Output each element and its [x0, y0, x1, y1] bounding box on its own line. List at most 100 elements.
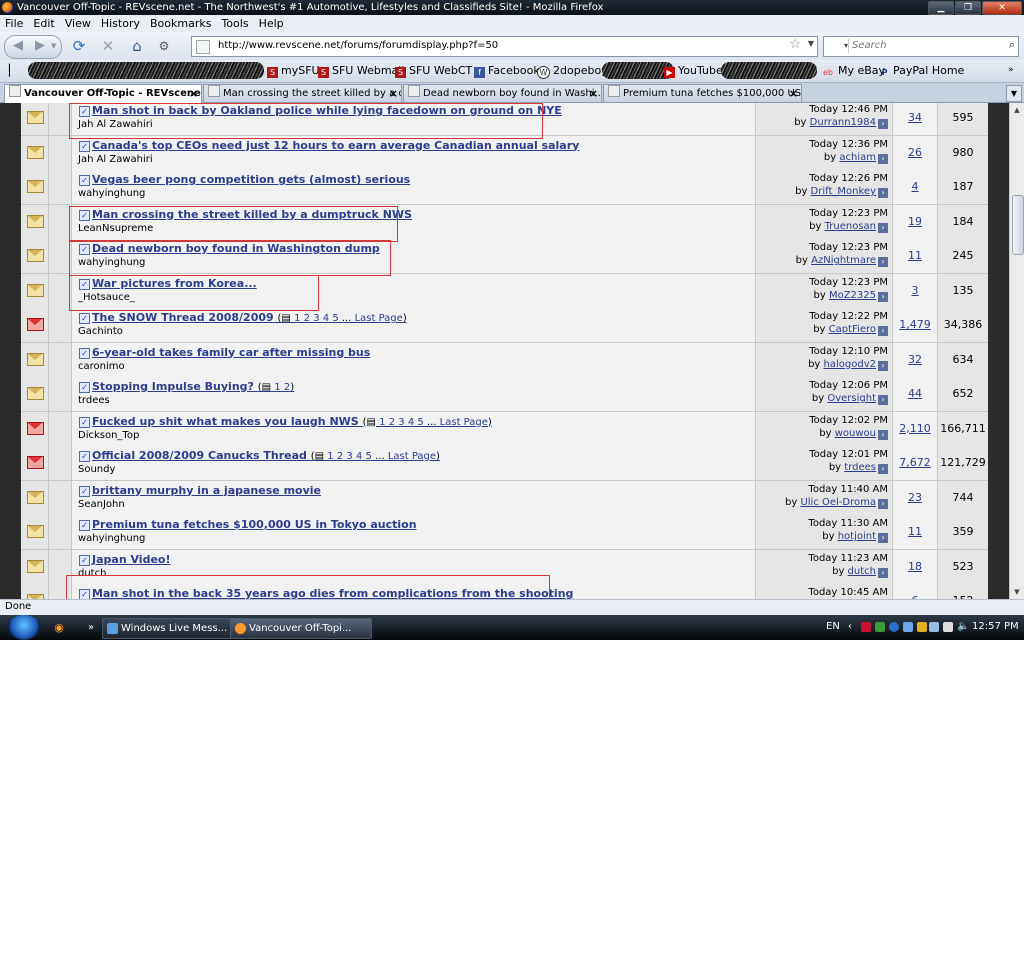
home-icon[interactable]: ⌂	[128, 37, 146, 55]
last-poster-link[interactable]: Oversight	[827, 393, 876, 404]
replies-link[interactable]: 4	[912, 180, 919, 193]
go-to-last-post-icon[interactable]: ›	[878, 188, 888, 198]
tab-close-icon[interactable]: ×	[789, 85, 798, 102]
replies-link[interactable]: 11	[908, 525, 922, 538]
go-to-last-post-icon[interactable]: ›	[878, 464, 888, 474]
go-to-last-post-icon[interactable]: ›	[878, 395, 888, 405]
bookmark-youtube[interactable]: ▶ YouTube	[664, 64, 723, 78]
thread-title-link[interactable]: Canada's top CEOs need just 12 hours to …	[92, 139, 579, 152]
search-box[interactable]: ▾ ⌕	[823, 36, 1019, 57]
last-poster-link[interactable]: halogodv2	[824, 359, 876, 370]
thread-page-link[interactable]: 1	[294, 313, 300, 324]
bookmark-facebook[interactable]: f Facebook	[474, 64, 540, 78]
go-to-last-post-icon[interactable]: ›	[878, 326, 888, 336]
bookmark-sfu-webmail[interactable]: S SFU Webmail	[318, 64, 404, 78]
menu-help[interactable]: Help	[254, 15, 289, 32]
go-to-last-post-icon[interactable]: ›	[878, 498, 888, 509]
bookmark-my-ebay[interactable]: eb My eBay	[821, 64, 885, 78]
menu-view[interactable]: View	[60, 15, 96, 32]
close-button[interactable]: ✕	[982, 1, 1022, 15]
replies-link[interactable]: 26	[908, 146, 922, 159]
search-engine-icon[interactable]: ▾	[826, 39, 849, 53]
forward-icon[interactable]: ▶	[35, 38, 45, 53]
scroll-down-icon[interactable]: ▼	[1012, 587, 1022, 597]
addon-icon[interactable]: ⚙	[155, 37, 173, 55]
thread-page-link[interactable]: 2	[304, 313, 310, 324]
go-to-last-post-icon[interactable]: ›	[878, 360, 888, 371]
vertical-scrollbar[interactable]: ▲ ▼	[1009, 103, 1024, 599]
last-poster-link[interactable]: Durrann1984	[810, 117, 876, 128]
last-poster-link[interactable]: wouwou	[835, 428, 876, 439]
last-poster-link[interactable]: Truenosan	[825, 221, 876, 232]
thread-page-link[interactable]: 2	[284, 382, 290, 393]
replies-link[interactable]: 23	[908, 491, 922, 504]
menu-edit[interactable]: Edit	[28, 15, 59, 32]
go-to-last-post-icon[interactable]: ›	[878, 429, 888, 440]
thread-title-link[interactable]: Man crossing the street killed by a dump…	[92, 208, 412, 221]
last-poster-link[interactable]: Drift_Monkey	[811, 186, 876, 197]
menu-history[interactable]: History	[96, 15, 145, 32]
bluetooth-tray-icon[interactable]	[903, 622, 913, 632]
quicklaunch-overflow-icon[interactable]: »	[84, 621, 98, 635]
thread-page-link[interactable]: 2	[337, 451, 343, 462]
network-tray-icon[interactable]	[889, 622, 899, 632]
url-input[interactable]	[218, 38, 778, 53]
thread-page-link[interactable]: 4	[356, 451, 362, 462]
tray-expand-icon[interactable]: ‹	[848, 621, 852, 632]
firefox-quicklaunch-icon[interactable]: ◉	[52, 621, 66, 635]
search-input[interactable]	[852, 38, 992, 53]
thread-title-link[interactable]: Man shot in back by Oakland police while…	[92, 104, 562, 117]
thread-page-link[interactable]: Last Page	[388, 451, 436, 462]
last-poster-link[interactable]: achiam	[839, 152, 876, 163]
last-poster-link[interactable]: MoZ2325	[829, 290, 876, 301]
replies-link[interactable]: 19	[908, 215, 922, 228]
go-to-last-post-icon[interactable]: ›	[878, 567, 888, 578]
search-icon[interactable]: ⌕	[1009, 38, 1015, 52]
thread-title-link[interactable]: brittany murphy in a japanese movie	[92, 484, 321, 497]
replies-link[interactable]: 1,479	[899, 318, 931, 331]
start-orb-icon[interactable]	[7, 615, 41, 640]
thread-page-link[interactable]: 1	[274, 382, 280, 393]
thread-page-link[interactable]: 2	[389, 417, 395, 428]
history-dropdown-icon[interactable]: ▼	[51, 42, 56, 50]
tab-close-icon[interactable]: ×	[589, 85, 598, 102]
go-to-last-post-icon[interactable]: ›	[878, 222, 888, 233]
messenger-tray-icon[interactable]	[875, 622, 885, 632]
thread-title-link[interactable]: Man shot in the back 35 years ago dies f…	[92, 587, 573, 599]
replies-link[interactable]: 2,110	[899, 422, 931, 435]
stop-icon[interactable]: ✕	[99, 37, 117, 55]
replies-link[interactable]: 34	[908, 111, 922, 124]
tab-close-icon[interactable]: ×	[389, 85, 398, 102]
thread-title-link[interactable]: War pictures from Korea...	[92, 277, 257, 290]
tab-list-dropdown-icon[interactable]: ▼	[1006, 85, 1022, 102]
thread-page-link[interactable]: 4	[323, 313, 329, 324]
thread-page-link[interactable]: 4	[408, 417, 414, 428]
last-poster-link[interactable]: hotjoint	[838, 531, 876, 542]
thread-page-link[interactable]: 1	[327, 451, 333, 462]
scroll-up-icon[interactable]: ▲	[1012, 105, 1022, 115]
taskbar-windows-live-messenger[interactable]: Windows Live Mess...	[102, 618, 242, 639]
menu-bookmarks[interactable]: Bookmarks	[145, 15, 216, 32]
replies-link[interactable]: 32	[908, 353, 922, 366]
go-to-last-post-icon[interactable]: ›	[878, 119, 888, 129]
device-tray-icon[interactable]	[943, 622, 953, 632]
back-icon[interactable]: ◀	[13, 38, 23, 53]
menu-tools[interactable]: Tools	[216, 15, 253, 32]
taskbar-vancouver-off-topic[interactable]: Vancouver Off-Topi...	[230, 618, 372, 639]
bookmark-sfu-webct[interactable]: S SFU WebCT	[395, 64, 472, 78]
reload-icon[interactable]: ⟳	[70, 37, 88, 55]
thread-title-link[interactable]: Premium tuna fetches $100,000 US in Toky…	[92, 518, 417, 531]
security-tray-icon[interactable]	[917, 622, 927, 632]
thread-page-link[interactable]: Last Page	[355, 313, 403, 324]
tab-close-icon[interactable]: ×	[189, 85, 198, 102]
replies-link[interactable]: 7,672	[899, 456, 931, 469]
thread-title-link[interactable]: The SNOW Thread 2008/2009	[92, 311, 274, 324]
thread-page-link[interactable]: 5	[366, 451, 372, 462]
thread-title-link[interactable]: 6-year-old takes family car after missin…	[92, 346, 370, 359]
minimize-button[interactable]: ▁	[928, 1, 954, 15]
thread-page-link[interactable]: 3	[398, 417, 404, 428]
tab-man-crossing[interactable]: Man crossing the street killed by a d...…	[203, 84, 402, 102]
tab-dead-newborn[interactable]: Dead newborn boy found in Washi... ×	[403, 84, 602, 102]
go-to-last-post-icon[interactable]: ›	[878, 257, 888, 267]
last-poster-link[interactable]: CaptFiero	[829, 324, 876, 335]
